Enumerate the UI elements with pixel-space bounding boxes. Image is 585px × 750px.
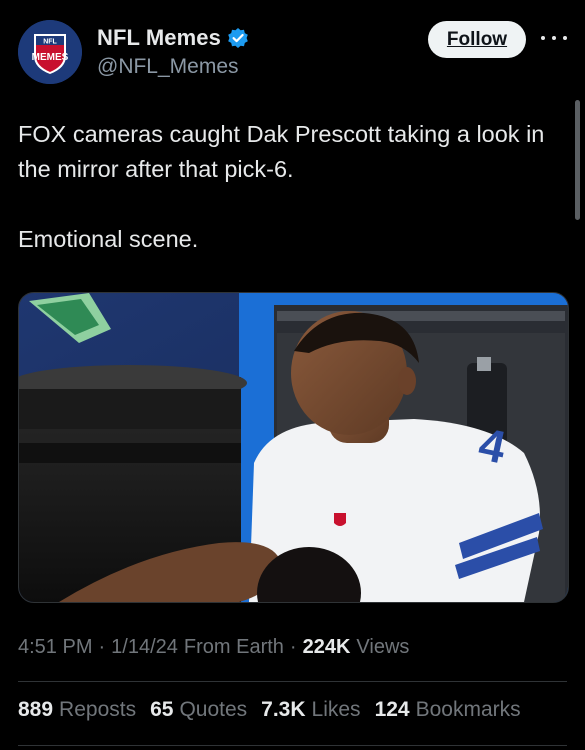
follow-button[interactable]: Follow <box>428 21 526 58</box>
stat-count: 889 <box>18 698 54 721</box>
divider <box>18 681 567 682</box>
stat-label: Quotes <box>179 698 248 721</box>
nfl-memes-logo-icon: NFL MEMES <box>18 20 82 84</box>
verified-badge-icon <box>227 27 249 49</box>
bookmarks-stat[interactable]: 124 Bookmarks <box>375 698 521 722</box>
tweet-source: From Earth <box>183 636 284 658</box>
tweet-media-photo[interactable]: 4 <box>18 292 569 603</box>
stat-label: Reposts <box>59 698 137 721</box>
tweet-meta: 4:51 PM · 1/14/24 From Earth · 224K View… <box>18 636 409 659</box>
tweet-text: FOX cameras caught Dak Prescott taking a… <box>18 117 558 257</box>
author-handle[interactable]: @NFL_Memes <box>97 55 249 79</box>
meta-separator: · <box>98 636 106 658</box>
stat-count: 65 <box>150 698 174 721</box>
stat-count: 7.3K <box>261 698 306 721</box>
author-info: NFL Memes @NFL_Memes <box>97 24 249 79</box>
reposts-stat[interactable]: 889 Reposts <box>18 698 136 722</box>
tweet-paragraph: Emotional scene. <box>18 226 199 252</box>
quotes-stat[interactable]: 65 Quotes <box>150 698 247 722</box>
avatar-text-top: NFL <box>43 39 57 46</box>
views-count[interactable]: 224K <box>303 636 351 659</box>
meta-separator: · <box>289 636 297 658</box>
display-name[interactable]: NFL Memes <box>97 25 221 51</box>
scrollbar[interactable] <box>575 100 580 220</box>
broadcast-photo: 4 <box>19 293 568 602</box>
tweet-header: NFL MEMES NFL Memes @NFL_Memes Follow <box>18 18 567 84</box>
likes-stat[interactable]: 7.3K Likes <box>261 698 360 722</box>
divider <box>18 745 567 746</box>
avatar[interactable]: NFL MEMES <box>18 20 82 84</box>
stat-label: Bookmarks <box>415 698 521 721</box>
engagement-stats: 889 Reposts 65 Quotes 7.3K Likes 124 Boo… <box>18 698 521 722</box>
tweet-date[interactable]: 1/14/24 <box>111 636 178 659</box>
stat-label: Likes <box>311 698 361 721</box>
tweet-time[interactable]: 4:51 PM <box>18 636 92 659</box>
stat-count: 124 <box>374 698 410 721</box>
more-horizontal-icon[interactable] <box>541 30 567 46</box>
avatar-text-main: MEMES <box>32 52 69 63</box>
views-label: Views <box>356 636 410 658</box>
tweet-paragraph: FOX cameras caught Dak Prescott taking a… <box>18 121 545 182</box>
